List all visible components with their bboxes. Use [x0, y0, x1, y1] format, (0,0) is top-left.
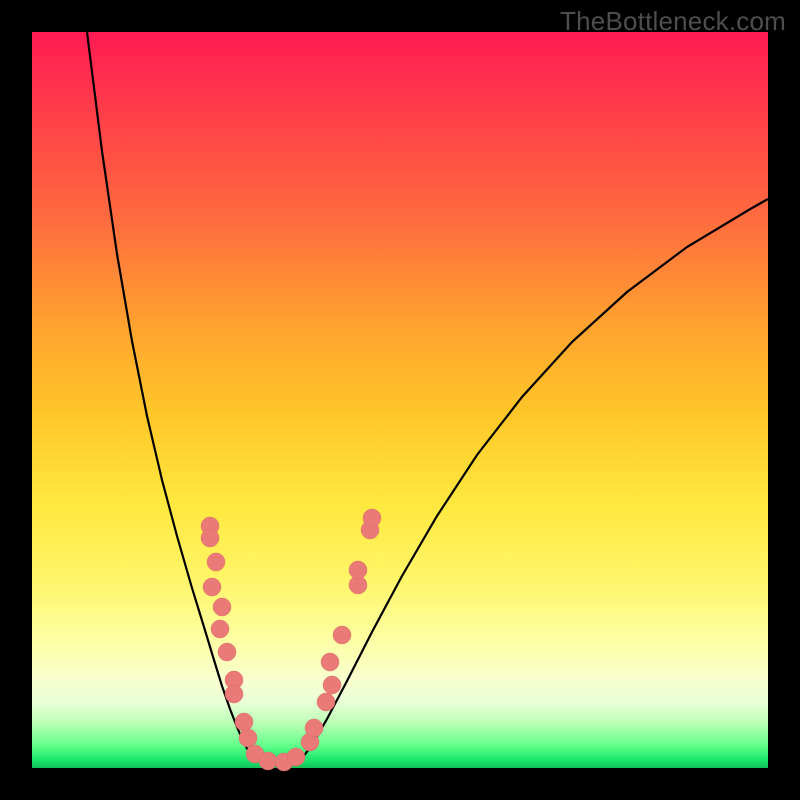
- data-point: [259, 752, 277, 770]
- curve-layer: [32, 32, 768, 768]
- data-point: [218, 643, 236, 661]
- data-point: [213, 598, 231, 616]
- data-point: [239, 729, 257, 747]
- plot-area: [32, 32, 768, 768]
- bottleneck-curve: [87, 32, 768, 765]
- data-point: [207, 553, 225, 571]
- data-point: [363, 509, 381, 527]
- watermark-text: TheBottleneck.com: [560, 6, 786, 37]
- data-point: [305, 719, 323, 737]
- data-point: [323, 676, 341, 694]
- data-point: [203, 578, 221, 596]
- data-point: [333, 626, 351, 644]
- chart-frame: TheBottleneck.com: [0, 0, 800, 800]
- data-point: [287, 748, 305, 766]
- data-point: [321, 653, 339, 671]
- data-point: [225, 685, 243, 703]
- data-point: [201, 529, 219, 547]
- data-point: [349, 561, 367, 579]
- data-point: [211, 620, 229, 638]
- data-point: [235, 713, 253, 731]
- highlight-points: [201, 509, 381, 771]
- data-point: [317, 693, 335, 711]
